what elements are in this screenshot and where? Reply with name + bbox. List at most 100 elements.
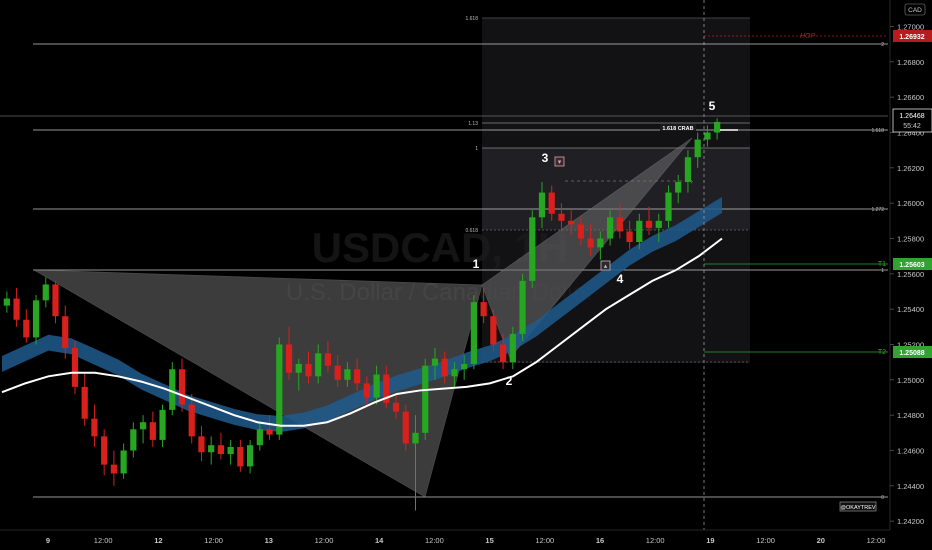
candle-body xyxy=(626,231,633,243)
price-tick-label: 1.25400 xyxy=(897,305,924,314)
time-tick-label: 12:00 xyxy=(867,536,886,545)
time-tick-label: 12:00 xyxy=(646,536,665,545)
price-tick-label: 1.24800 xyxy=(897,411,924,420)
wave-label-5: 5 xyxy=(709,99,716,113)
candle-body xyxy=(499,344,507,363)
price-tick-label: 1.25000 xyxy=(897,376,924,385)
candle-body xyxy=(714,121,721,133)
candle-body xyxy=(324,353,332,366)
time-tick-label: 12 xyxy=(154,536,162,545)
price-tick-label: 1.24400 xyxy=(897,482,924,491)
candle-body xyxy=(568,220,575,225)
candle-body xyxy=(373,374,380,398)
candle-body xyxy=(139,422,147,430)
time-tick-label: 13 xyxy=(265,536,273,545)
candle-body xyxy=(305,363,312,377)
price-tick-label: 1.26600 xyxy=(897,93,924,102)
candle-body xyxy=(159,409,166,440)
candle-body xyxy=(81,386,88,419)
fib-label-2: 2 xyxy=(881,42,884,48)
fib-box-label-113: 1.13 xyxy=(468,121,478,127)
time-tick-label: 9 xyxy=(46,536,50,545)
candle-body xyxy=(130,429,137,451)
candle-body xyxy=(422,365,429,433)
wave-label-1: 1 xyxy=(473,257,480,271)
time-tick-label: 20 xyxy=(817,536,825,545)
candle-body xyxy=(587,238,594,248)
candle-body xyxy=(529,217,536,281)
candle-body xyxy=(597,238,604,248)
crab-label: 1.618 CRAB xyxy=(662,126,693,132)
price-tick-label: 1.24200 xyxy=(897,517,924,526)
candle-body xyxy=(188,404,195,437)
fib-label-0: 0 xyxy=(881,495,884,501)
hop-label: HOP xyxy=(800,33,816,40)
price-tick-label: 1.26200 xyxy=(897,164,924,173)
candle-body xyxy=(577,224,585,239)
candle-body xyxy=(246,445,254,467)
candle-body xyxy=(149,422,156,440)
candle-body xyxy=(23,319,30,338)
wave-label-3: 3 xyxy=(542,151,549,165)
candle-body xyxy=(402,411,409,444)
candle-body xyxy=(208,445,215,453)
candle-body xyxy=(295,363,302,373)
time-tick-label: 15 xyxy=(485,536,493,545)
t2-label: T2 xyxy=(878,349,886,356)
fib-box-label-1618: 1.618 xyxy=(465,16,478,22)
candle-body xyxy=(13,298,20,320)
candle-body xyxy=(509,333,516,363)
candle-body xyxy=(32,300,40,338)
fib-box-label-0618: 0.618 xyxy=(465,228,478,234)
candle-body xyxy=(91,418,98,437)
time-tick-label: 12:00 xyxy=(425,536,444,545)
time-tick-label: 16 xyxy=(596,536,604,545)
price-tick-label: 1.26800 xyxy=(897,58,924,67)
price-chart[interactable]: USDCAD, 1H U.S. Dollar / Canadian Dollar… xyxy=(0,0,932,550)
candle-body xyxy=(519,280,526,334)
time-tick-label: 19 xyxy=(706,536,714,545)
candle-body xyxy=(461,363,468,370)
candle-body xyxy=(431,358,439,366)
candle-body xyxy=(675,181,682,193)
candle-body xyxy=(480,302,487,317)
time-tick-label: 14 xyxy=(375,536,384,545)
candle-body xyxy=(217,445,225,455)
candle-body xyxy=(101,436,108,465)
time-tick-label: 12:00 xyxy=(315,536,334,545)
candle-body xyxy=(490,316,497,345)
annotation-arrow-icon: › xyxy=(690,176,693,186)
bar-countdown: 55:42 xyxy=(903,123,921,130)
candle-body xyxy=(315,353,322,377)
candle-body xyxy=(120,450,127,474)
candle-body xyxy=(52,284,59,317)
candle-body xyxy=(538,192,546,218)
candle-body xyxy=(363,383,370,398)
candle-body xyxy=(694,139,701,158)
time-axis-panel[interactable] xyxy=(0,530,932,550)
candle-body xyxy=(42,284,49,301)
candle-body xyxy=(558,213,565,221)
candle-body xyxy=(344,369,351,380)
candle-body xyxy=(636,220,643,243)
candle-body xyxy=(237,446,244,467)
author-tag: @OKAYTREV xyxy=(840,505,875,511)
candle-body xyxy=(198,436,205,453)
arrow-up-marker-glyph: ▴ xyxy=(604,263,608,270)
wave-label-2: 2 xyxy=(506,374,513,388)
arrow-down-marker-glyph: ▾ xyxy=(558,159,562,166)
time-tick-label: 12:00 xyxy=(204,536,223,545)
t2-price: 1.25088 xyxy=(899,350,924,357)
candle-body xyxy=(548,192,555,214)
candle-body xyxy=(256,429,263,446)
candle-body xyxy=(285,344,293,373)
candle-body xyxy=(227,446,234,455)
price-tick-label: 1.26000 xyxy=(897,199,924,208)
candle-body xyxy=(470,302,478,364)
candle-body xyxy=(412,432,419,444)
time-tick-label: 12:00 xyxy=(756,536,775,545)
candle-body xyxy=(169,369,176,410)
candle-body xyxy=(110,464,118,474)
price-tick-label: 1.25800 xyxy=(897,235,924,244)
candle-body xyxy=(3,298,10,306)
